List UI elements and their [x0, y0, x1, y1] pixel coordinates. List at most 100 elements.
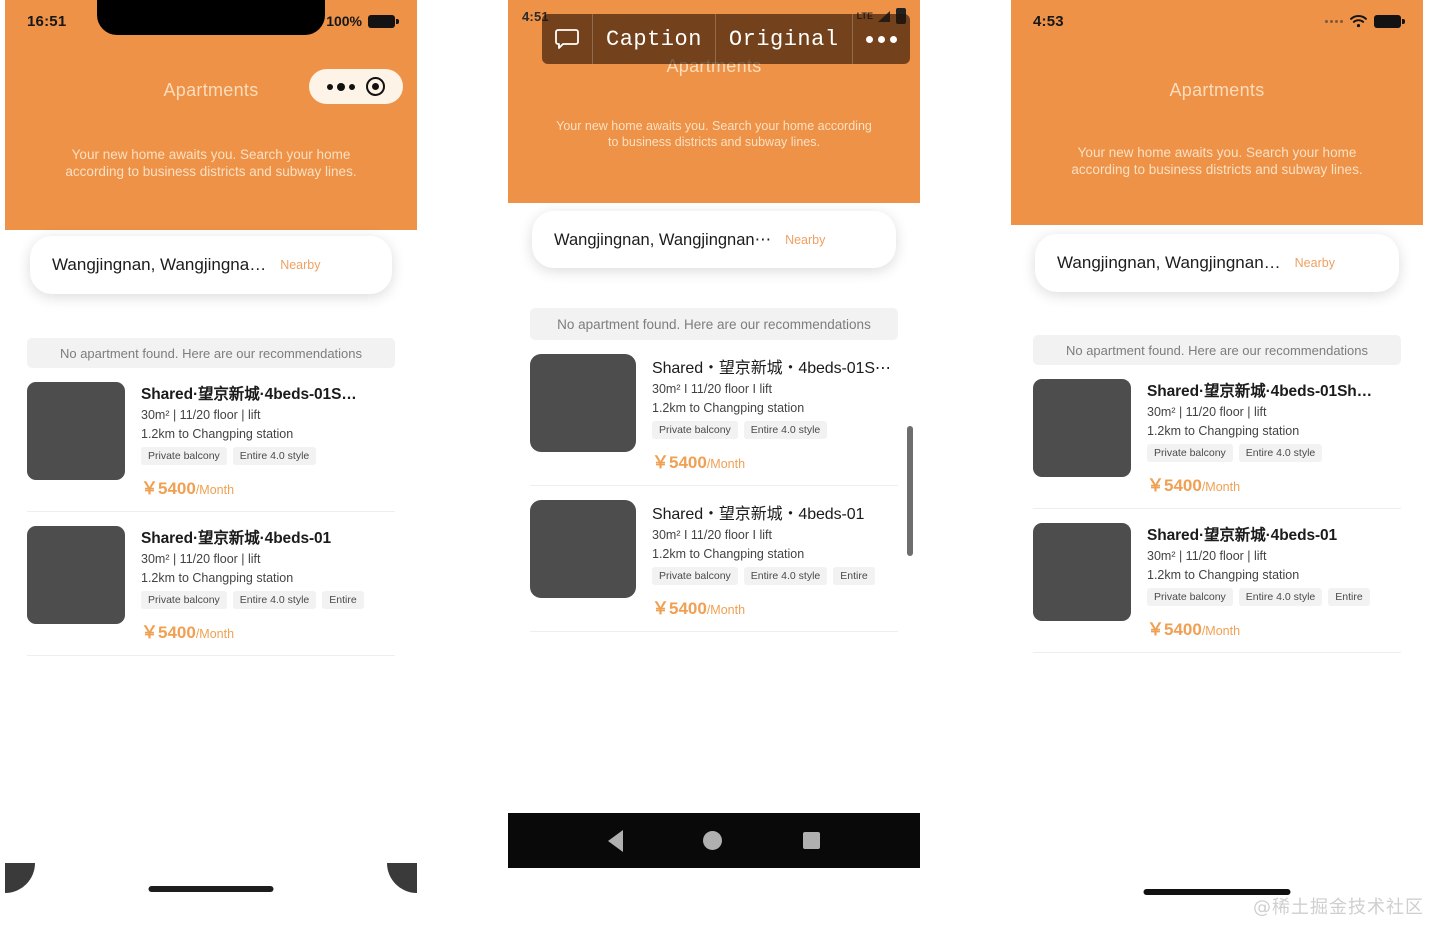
listing-body: Shared·望京新城·4beds-01S… 30m² | 11/20 floo… [141, 382, 395, 499]
listing-tag: Entire 4.0 style [232, 447, 317, 465]
listing-title: Shared·望京新城·4beds-01 [141, 530, 332, 547]
listing-tag: Private balcony [652, 421, 738, 439]
status-right: 100% [326, 13, 399, 29]
search-input[interactable]: Wangjingnan, Wangjingnan⋯ Nearby [532, 211, 896, 268]
listing-tag: Entire [322, 591, 364, 609]
price-amount: ￥5400 [141, 623, 196, 642]
nearby-button[interactable]: Nearby [785, 233, 825, 247]
search-input[interactable]: Wangjingnan, Wangjingna… Nearby [30, 236, 392, 294]
search-value: Wangjingnan, Wangjingna… [52, 255, 267, 274]
listing-tags: Private balcony Entire 4.0 style [652, 421, 898, 439]
price-period: /Month [1201, 624, 1241, 638]
listing-tags: Private balcony Entire 4.0 style Entire [1147, 588, 1401, 606]
miniprogram-capsule[interactable] [309, 69, 403, 104]
battery-full-icon [1374, 14, 1405, 28]
listing-price: ￥5400/Month [1147, 471, 1401, 496]
hero-header: 4:53 Apartments Your new home awaits you… [1011, 0, 1423, 225]
listing-tag: Entire [1328, 588, 1370, 606]
listing-card[interactable]: Shared·望京新城·4beds-01 30m² | 11/20 floor … [5, 512, 417, 643]
watermark: @稀土掘金技术社区 [1253, 897, 1424, 918]
listing-meta: 30m² I 11/20 floor I lift [652, 528, 772, 542]
price-period: /Month [195, 483, 235, 497]
list-divider [530, 631, 898, 632]
listing-price: ￥5400/Month [1147, 615, 1401, 640]
home-indicator[interactable] [148, 886, 274, 892]
listing-title: Shared・望京新城・4beds-01S⋯ [652, 360, 891, 377]
listing-card[interactable]: Shared·望京新城·4beds-01 30m² | 11/20 floor … [1011, 509, 1423, 640]
listing-thumbnail [1033, 523, 1131, 621]
hero-subtitle: Your new home awaits you. Search your ho… [65, 147, 357, 180]
bubble-button[interactable] [542, 14, 593, 64]
listing-distance: 1.2km to Changping station [1147, 424, 1300, 438]
tab-original[interactable]: Original [716, 14, 853, 64]
caption-label: Caption [606, 26, 702, 52]
more-dots-icon[interactable] [326, 82, 355, 91]
recommendation-list: No apartment found. Here are our recomme… [5, 338, 417, 656]
recommendation-list: No apartment found. Here are our recomme… [508, 308, 920, 632]
list-divider [27, 655, 395, 656]
listing-meta: 30m² I 11/20 floor I lift [652, 382, 772, 396]
listing-tag: Entire [833, 567, 875, 585]
nearby-button[interactable]: Nearby [1295, 256, 1335, 270]
screen-corner-left [5, 863, 35, 893]
battery-full-icon [368, 14, 399, 28]
listing-tag: Private balcony [1147, 588, 1233, 606]
price-period: /Month [1201, 480, 1241, 494]
wifi-icon [1350, 15, 1367, 28]
price-amount: ￥5400 [1147, 620, 1202, 639]
listing-tag: Entire 4.0 style [1238, 588, 1323, 606]
listing-thumbnail [1033, 379, 1131, 477]
empty-state-notice: No apartment found. Here are our recomme… [27, 338, 395, 368]
nav-back-icon[interactable] [608, 829, 624, 852]
toolbar-more-button[interactable] [853, 14, 910, 64]
listing-distance: 1.2km to Changping station [652, 401, 805, 415]
listing-card[interactable]: Shared·望京新城·4beds-01S… 30m² | 11/20 floo… [5, 368, 417, 499]
listing-title: Shared·望京新城·4beds-01Sh… [1147, 383, 1373, 400]
panel-android-translated: 4:51 LTE Apartments Your new home awaits… [508, 0, 920, 938]
more-dots-icon [865, 35, 897, 43]
listing-tags: Private balcony Entire 4.0 style [1147, 444, 1401, 462]
translation-toolbar[interactable]: Caption Original [542, 14, 910, 64]
target-circle-icon[interactable] [366, 77, 386, 96]
nearby-button[interactable]: Nearby [280, 258, 320, 272]
search-input[interactable]: Wangjingnan, Wangjingnan… Nearby [1035, 234, 1399, 292]
screen-corner-right [387, 863, 417, 893]
listing-body: Shared・望京新城・4beds-01 30m² I 11/20 floor … [652, 500, 898, 619]
price-amount: ￥5400 [652, 453, 707, 472]
tab-caption[interactable]: Caption [593, 14, 716, 64]
nav-recents-icon[interactable] [802, 832, 820, 849]
listing-price: ￥5400/Month [141, 618, 395, 643]
price-amount: ￥5400 [652, 599, 707, 618]
listing-body: Shared·望京新城·4beds-01 30m² | 11/20 floor … [1147, 523, 1401, 640]
listing-title: Shared·望京新城·4beds-01S… [141, 386, 357, 403]
listing-distance: 1.2km to Changping station [141, 571, 294, 585]
battery-percent-label: 100% [326, 13, 362, 29]
listing-meta: 30m² | 11/20 floor | lift [141, 408, 261, 422]
recommendation-list: No apartment found. Here are our recomme… [1011, 335, 1423, 653]
listing-card[interactable]: Shared・望京新城・4beds-01S⋯ 30m² I 11/20 floo… [508, 340, 920, 556]
listing-meta: 30m² | 11/20 floor | lift [141, 552, 261, 566]
page-title: Apartments [1169, 80, 1265, 100]
nav-home-icon[interactable] [703, 831, 723, 850]
empty-state-notice: No apartment found. Here are our recomme… [530, 308, 898, 340]
original-label: Original [728, 26, 839, 52]
listing-tag: Entire 4.0 style [232, 591, 317, 609]
listing-card[interactable]: Shared·望京新城·4beds-01Sh… 30m² | 11/20 flo… [1011, 365, 1423, 496]
listing-tag: Private balcony [652, 567, 738, 585]
listing-tag: Private balcony [141, 447, 227, 465]
status-right [1325, 14, 1405, 28]
android-navigation-bar [508, 813, 920, 868]
hero-subtitle: Your new home awaits you. Search your ho… [1071, 145, 1363, 178]
status-bar: 16:51 100% [5, 0, 417, 42]
signal-dots-icon [1325, 19, 1343, 23]
listing-tag: Entire 4.0 style [1238, 444, 1323, 462]
status-time: 4:53 [1033, 12, 1064, 30]
listing-card[interactable]: Shared・望京新城・4beds-01 30m² I 11/20 floor … [508, 486, 920, 619]
listing-tag: Private balcony [141, 591, 227, 609]
listing-thumbnail [27, 382, 125, 480]
status-bar: 4:53 [1011, 0, 1423, 42]
listing-tag: Entire 4.0 style [743, 421, 828, 439]
listing-title: Shared・望京新城・4beds-01 [652, 506, 865, 523]
price-period: /Month [706, 457, 746, 471]
price-period: /Month [706, 603, 746, 617]
